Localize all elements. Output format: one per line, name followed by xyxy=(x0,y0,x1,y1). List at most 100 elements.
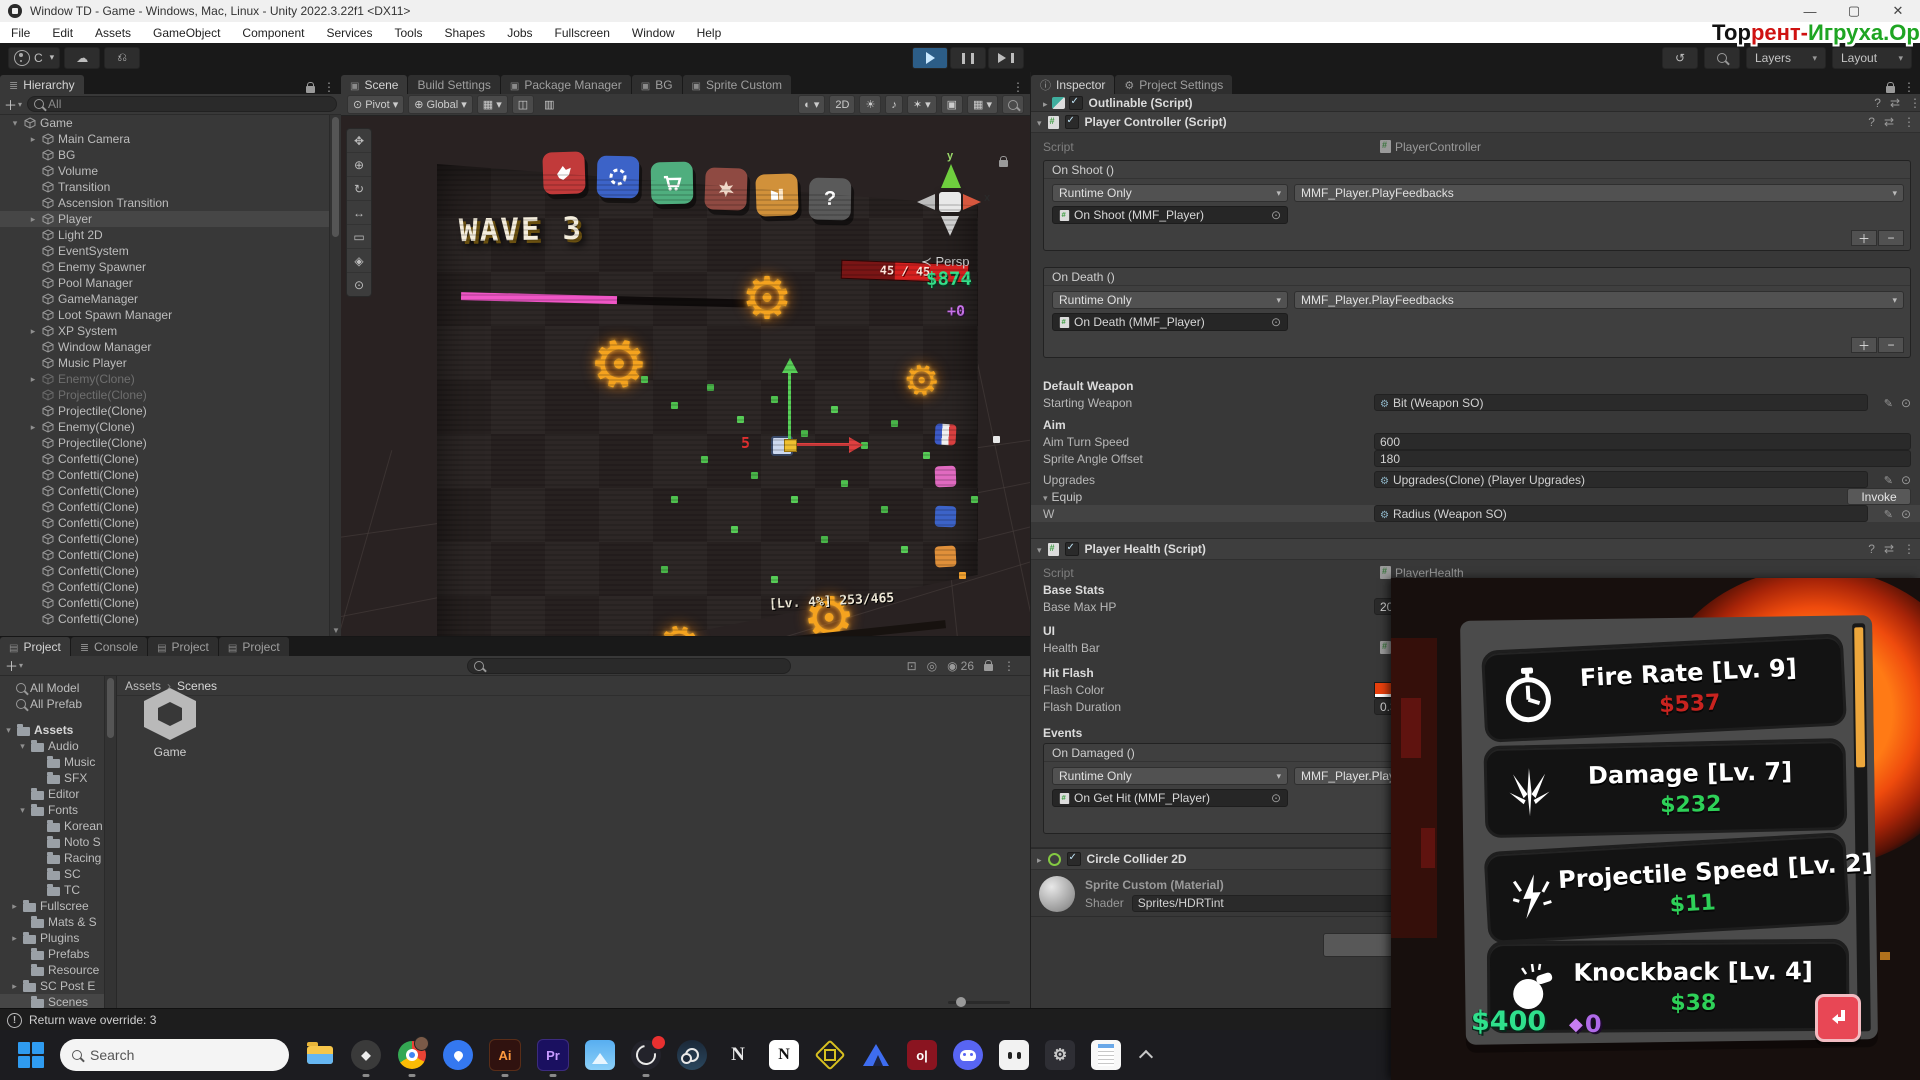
help-icon[interactable]: ? xyxy=(1868,542,1875,556)
start-button[interactable] xyxy=(18,1042,44,1068)
hierarchy-item[interactable]: Music Player xyxy=(0,355,341,371)
oi-app-icon[interactable]: o| xyxy=(907,1040,937,1070)
hierarchy-item[interactable]: Confetti(Clone) xyxy=(0,451,341,467)
project-search-input[interactable] xyxy=(467,658,791,674)
sprite-angle-offset-input[interactable]: 180 xyxy=(1374,450,1911,467)
shading-mode-dropdown[interactable]: ◐ ▾ xyxy=(798,95,825,114)
icon-size-slider[interactable] xyxy=(948,1001,1010,1004)
help-icon[interactable]: ? xyxy=(1868,115,1875,129)
hierarchy-menu-icon[interactable] xyxy=(323,80,335,94)
folder-item[interactable]: Prefabs xyxy=(0,946,116,962)
tab-project-settings[interactable]: Project Settings xyxy=(1115,75,1232,94)
folder-item[interactable]: Editor xyxy=(0,786,116,802)
w-object-field[interactable]: Radius (Weapon SO) xyxy=(1374,505,1868,522)
stash-icon[interactable] xyxy=(815,1040,845,1070)
event-remove-button[interactable]: − xyxy=(1878,230,1904,246)
tab-project-2[interactable]: Project xyxy=(148,637,218,656)
inspector-lock-icon[interactable] xyxy=(1886,86,1895,93)
component-outlinable[interactable]: Outlinable (Script) ?⇄ xyxy=(1031,94,1920,111)
notepad-icon[interactable] xyxy=(1091,1040,1121,1070)
help-icon[interactable]: ? xyxy=(1874,96,1881,110)
equip-foldout-row[interactable]: Equip Invoke xyxy=(1031,488,1920,505)
search-button[interactable] xyxy=(1704,47,1740,69)
hidden-packages-count[interactable]: ◉ 26 xyxy=(947,659,974,673)
maps-pin-icon[interactable] xyxy=(443,1040,473,1070)
foldout-icon[interactable] xyxy=(1037,852,1042,866)
settings-gear-icon[interactable]: ⚙ xyxy=(1045,1040,1075,1070)
photos-icon[interactable] xyxy=(585,1040,615,1070)
hierarchy-item[interactable]: Pool Manager xyxy=(0,275,341,291)
hierarchy-item[interactable]: ▸ Player xyxy=(0,211,341,227)
hierarchy-item[interactable]: Confetti(Clone) xyxy=(0,595,341,611)
component-player-health-header[interactable]: Player Health (Script) ?⇄ xyxy=(1031,538,1920,560)
hierarchy-tab[interactable]: Hierarchy xyxy=(0,75,84,94)
player-health-enabled-checkbox[interactable] xyxy=(1065,542,1079,556)
folder-item[interactable]: ▸Plugins xyxy=(0,930,116,946)
presets-icon[interactable]: ⇄ xyxy=(1884,542,1894,556)
cloud-button[interactable]: ☁ xyxy=(64,47,100,69)
folder-item[interactable]: Mats & S xyxy=(0,914,116,930)
hierarchy-item[interactable]: Confetti(Clone) xyxy=(0,499,341,515)
hierarchy-item[interactable]: Ascension Transition xyxy=(0,195,341,211)
project-menu-icon[interactable] xyxy=(1003,659,1015,673)
hierarchy-item[interactable]: Projectile(Clone) xyxy=(0,435,341,451)
menu-item[interactable]: Component xyxy=(231,26,315,40)
foldout-icon[interactable] xyxy=(1043,490,1048,504)
scene-viewport[interactable]: ? 45 / 45 WAVE 3 ≺ Persp $874 +0 xyxy=(341,116,1030,636)
shop-scrollbar[interactable] xyxy=(1852,623,1871,1031)
effects-dropdown[interactable]: ✶ ▾ xyxy=(907,95,937,114)
folder-item[interactable]: Resource xyxy=(0,962,116,978)
tab-package-manager[interactable]: Package Manager xyxy=(501,75,631,94)
layers-dropdown[interactable]: Layers xyxy=(1746,47,1826,69)
object-picker-icon[interactable] xyxy=(1901,396,1911,410)
folder-item[interactable]: ▸SC Post E xyxy=(0,978,116,994)
minimize-button[interactable]: — xyxy=(1788,0,1832,22)
hierarchy-item[interactable]: ▸ XP System xyxy=(0,323,341,339)
obs-icon[interactable] xyxy=(631,1040,661,1070)
grid-snap-button[interactable]: ▦ ▾ xyxy=(477,95,508,114)
step-button[interactable] xyxy=(988,47,1024,69)
folder-item[interactable]: SC xyxy=(0,866,116,882)
favorite-search-item[interactable]: All Model xyxy=(0,680,116,696)
folder-item[interactable]: Korean xyxy=(0,818,116,834)
project-lock-icon[interactable] xyxy=(984,664,993,671)
lighting-toggle[interactable]: ☀ xyxy=(859,95,881,114)
object-picker-icon[interactable] xyxy=(1901,473,1911,487)
hierarchy-item[interactable]: Confetti(Clone) xyxy=(0,531,341,547)
event-mode-dropdown[interactable]: Runtime Only xyxy=(1052,767,1288,785)
favorite-search-item[interactable]: All Prefab xyxy=(0,696,116,712)
lock-icon[interactable] xyxy=(306,86,315,93)
scene-tabs-menu-icon[interactable] xyxy=(1012,80,1024,94)
starting-weapon-object-field[interactable]: Bit (Weapon SO) xyxy=(1374,394,1868,411)
upgrades-object-field[interactable]: Upgrades(Clone) (Player Upgrades) xyxy=(1374,471,1868,488)
folder-item[interactable]: Racing xyxy=(0,850,116,866)
menu-item[interactable]: Help xyxy=(686,26,733,40)
hierarchy-item[interactable]: Projectile(Clone) xyxy=(0,387,341,403)
scene-search-button[interactable] xyxy=(1002,95,1024,114)
object-picker-icon[interactable] xyxy=(1901,507,1911,521)
transform-tool[interactable]: ◈ xyxy=(347,249,371,273)
menu-item[interactable]: Fullscreen xyxy=(544,26,621,40)
hierarchy-item[interactable]: Confetti(Clone) xyxy=(0,515,341,531)
invoke-button[interactable]: Invoke xyxy=(1847,488,1911,505)
foldout-icon[interactable] xyxy=(1043,96,1048,110)
component-menu-icon[interactable] xyxy=(1903,115,1915,129)
menu-item[interactable]: Assets xyxy=(84,26,142,40)
event-function-dropdown[interactable]: MMF_Player.PlayFeedbacks xyxy=(1294,184,1904,202)
hierarchy-item[interactable]: Transition xyxy=(0,179,341,195)
rotate-tool[interactable]: ↻ xyxy=(347,177,371,201)
tab-sprite-custom[interactable]: Sprite Custom xyxy=(683,75,791,94)
account-button[interactable]: C xyxy=(8,47,60,69)
hierarchy-item[interactable]: Confetti(Clone) xyxy=(0,547,341,563)
view-gizmo-y-cone[interactable] xyxy=(941,164,961,188)
pause-button[interactable] xyxy=(950,47,986,69)
event-mode-dropdown[interactable]: Runtime Only xyxy=(1052,291,1288,309)
hierarchy-item[interactable]: GameManager xyxy=(0,291,341,307)
project-add-button[interactable]: ＋ xyxy=(5,656,23,675)
foldout-icon[interactable] xyxy=(1037,542,1042,556)
notion-calendar-icon[interactable]: N xyxy=(723,1040,753,1070)
maximize-button[interactable]: ▢ xyxy=(1832,0,1876,22)
event-mode-dropdown[interactable]: Runtime Only xyxy=(1052,184,1288,202)
component-player-controller-header[interactable]: Player Controller (Script) ?⇄ xyxy=(1031,111,1920,133)
upgrade-card-fire-rate[interactable]: Fire Rate [Lv. 9] $537 xyxy=(1481,633,1847,743)
